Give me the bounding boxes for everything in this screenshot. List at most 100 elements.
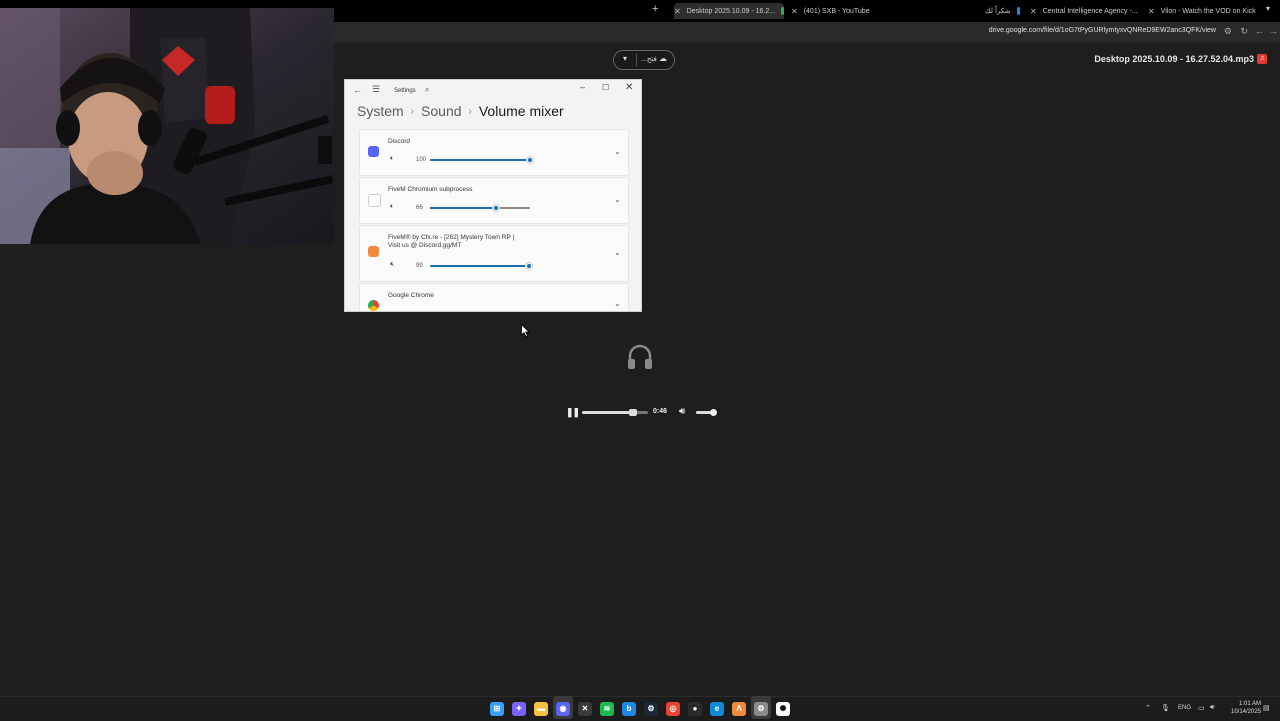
settings-window: ← ☰ Settings ⌕ – ☐ ✕ System › Sound › Volume…	[344, 79, 642, 312]
copilot-icon[interactable]: ✦	[512, 702, 526, 716]
volume-slider-thumb[interactable]	[492, 204, 500, 212]
edge-icon[interactable]: e	[710, 702, 724, 716]
app-name-line1: FiveM® by Cfx.re - [262] Mystery Town RP…	[388, 234, 515, 241]
volume-bar-thumb[interactable]	[710, 409, 717, 416]
chevron-down-icon[interactable]: ⌄	[614, 195, 621, 204]
back-icon[interactable]: ←	[1255, 26, 1264, 36]
volume-slider[interactable]	[430, 204, 530, 212]
xbox-icon[interactable]: ✕	[578, 702, 592, 716]
clock-date: 10/14/2025	[1231, 709, 1262, 715]
url-field[interactable]: drive.google.com/file/d/1oG7tPyGURlymtyx…	[989, 27, 1216, 34]
pause-button[interactable]: ❚❚	[566, 407, 580, 418]
volume-slider-thumb[interactable]	[525, 262, 533, 270]
open-with-pill[interactable]: ▾ ...فتح ☁	[613, 50, 675, 70]
back-arrow-icon[interactable]: ←	[353, 85, 362, 95]
volume-slider[interactable]	[430, 156, 534, 164]
tab-title: Vilon - Watch the VOD on Kick	[1160, 7, 1256, 15]
settings-taskbar-icon[interactable]: ⚙	[754, 702, 768, 716]
notifications-icon[interactable]: ▤	[1263, 704, 1270, 712]
audio-player: ❚❚ 0:46 🔊︎	[560, 404, 720, 420]
speaker-icon[interactable]: 🔈︎	[390, 203, 394, 211]
file-title: Desktop 2025.10.09 - 16.27.52.04.mp3	[1094, 54, 1254, 64]
app-name: FiveM Chromium subprocess	[388, 186, 473, 193]
hamburger-menu-icon[interactable]: ☰	[372, 84, 380, 95]
chevron-down-icon[interactable]: ⌄	[614, 147, 621, 156]
app-name: Google Chrome	[388, 292, 434, 299]
volume-icon[interactable]: 🔊︎	[679, 406, 685, 417]
webcam-overlay	[0, 8, 334, 244]
page-title: Volume mixer	[478, 103, 564, 119]
breadcrumb-sound[interactable]: Sound	[421, 103, 461, 119]
steam-icon[interactable]: ⚙	[644, 702, 658, 716]
volume-slider-thumb[interactable]	[526, 156, 534, 164]
address-bar: drive.google.com/file/d/1oG7tPyGURlymtyx…	[334, 22, 1280, 42]
volume-bar[interactable]	[696, 409, 717, 416]
breadcrumb-system[interactable]: System	[357, 103, 404, 119]
language-indicator[interactable]: ENG	[1178, 705, 1191, 711]
maximize-button[interactable]: ☐	[602, 83, 609, 92]
cloud-icon: ☁	[659, 54, 667, 63]
tab-title: شكراً لك	[985, 8, 1011, 15]
mixer-app-row: Discord 🔈︎ 100 ⌄	[359, 129, 629, 176]
tab-youtube[interactable]: ✕ (401) SXB - YouTube ✕	[791, 3, 911, 19]
tab-arabic[interactable]: شكراً لك	[985, 3, 1020, 19]
window-title: Settings	[394, 88, 416, 94]
tab-title: (401) SXB - YouTube	[803, 7, 870, 15]
clock-time: 1:01 AM	[1239, 701, 1262, 707]
tab-title: Central Intelligence Agency -...	[1042, 7, 1138, 15]
microphone-icon[interactable]: 🎙︎	[1161, 704, 1170, 712]
volume-value: 99	[416, 263, 423, 269]
speaker-muted-icon[interactable]: 🔇︎	[390, 261, 394, 269]
dropdown-icon[interactable]: ▾	[623, 54, 627, 63]
chevron-down-icon[interactable]: ⌄	[614, 299, 621, 308]
breadcrumb: System › Sound › Volume mixer	[357, 103, 564, 119]
volume-slider[interactable]	[430, 262, 533, 270]
audio-file-icon: ♫	[1257, 54, 1267, 64]
windows-start-icon[interactable]: ⊞	[490, 702, 504, 716]
webcam-image	[0, 8, 334, 244]
search-icon[interactable]: ⌕	[425, 85, 429, 95]
close-icon[interactable]: ✕	[791, 7, 798, 16]
forward-icon[interactable]: →	[1269, 26, 1278, 36]
obs-icon[interactable]: ●	[688, 702, 702, 716]
drive-icon	[781, 7, 784, 15]
file-explorer-icon[interactable]: ▬	[534, 702, 548, 716]
seek-bar-thumb[interactable]	[629, 409, 638, 416]
mixer-app-row: FiveM® by Cfx.re - [262] Mystery Town RP…	[359, 225, 629, 282]
app-name-line2: Visit us @ Discord.gg/MT	[388, 242, 462, 249]
spotify-icon[interactable]: ≋	[600, 702, 614, 716]
tab-drive[interactable]: ✕ Desktop 2025.10.09 - 16.2...	[674, 3, 784, 19]
tab-kick[interactable]: ✕ Vilon - Watch the VOD on Kick	[1148, 3, 1260, 19]
volume-value: 100	[416, 157, 427, 163]
close-window-button[interactable]: ✕	[625, 82, 633, 93]
network-icon[interactable]: ▭	[1198, 704, 1205, 712]
tab-cia[interactable]: ✕ Central Intelligence Agency -...	[1030, 3, 1140, 19]
headphones-icon	[628, 344, 652, 369]
openai-icon[interactable]: ✺	[776, 702, 790, 716]
volume-slider-fill	[430, 265, 529, 267]
close-icon[interactable]: ✕	[1030, 7, 1037, 16]
mouse-cursor-icon	[521, 324, 530, 337]
reload-icon[interactable]: ↻	[1240, 26, 1248, 37]
chrome-taskbar-icon[interactable]: ◎	[666, 702, 680, 716]
close-icon[interactable]: ✕	[674, 7, 681, 16]
seek-bar[interactable]	[582, 409, 648, 416]
new-tab-button[interactable]: +	[652, 3, 658, 15]
tab-list-chevron-icon[interactable]: ▾	[1266, 4, 1270, 13]
speaker-tray-icon[interactable]: 🔊︎	[1210, 704, 1214, 712]
open-with-label: ...فتح	[641, 56, 657, 63]
speaker-icon[interactable]: 🔈︎	[390, 155, 394, 163]
discord-taskbar-icon[interactable]: ◉	[556, 702, 570, 716]
fivem-taskbar-icon[interactable]: Λ	[732, 702, 746, 716]
chevron-down-icon[interactable]: ⌄	[614, 248, 621, 257]
discord-icon	[368, 146, 379, 157]
bing-icon[interactable]: b	[622, 702, 636, 716]
app-name: Discord	[388, 138, 411, 145]
clock[interactable]: 1:01 AM 10/14/2025	[1231, 700, 1261, 716]
minimize-button[interactable]: –	[580, 82, 585, 92]
chrome-icon	[368, 300, 379, 311]
close-icon[interactable]: ✕	[1148, 7, 1155, 16]
site-settings-icon[interactable]: ⚙	[1224, 26, 1232, 37]
chevron-up-icon[interactable]: ⌃	[1145, 704, 1151, 712]
chevron-right-icon: ›	[410, 106, 415, 117]
